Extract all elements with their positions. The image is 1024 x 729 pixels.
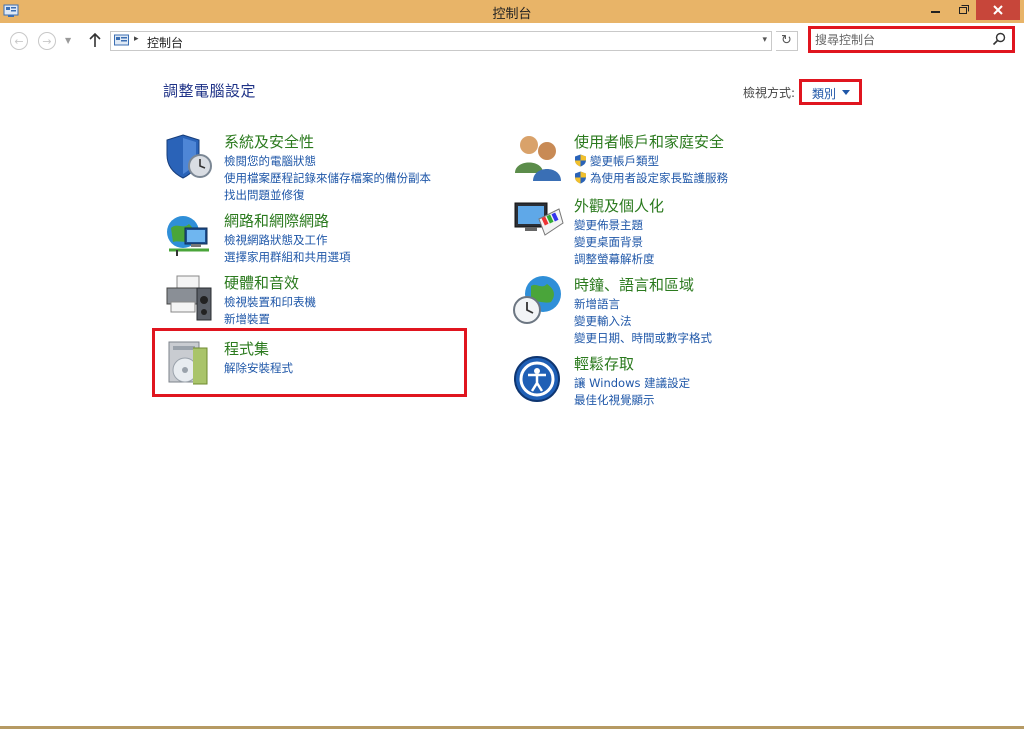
title-bar: 控制台 (0, 0, 1024, 23)
link-family-safety-label[interactable]: 為使用者設定家長監護服務 (590, 171, 728, 185)
category-title-ease[interactable]: 輕鬆存取 (574, 353, 634, 374)
link-add-language[interactable]: 新增語言 (574, 296, 712, 313)
category-title-users[interactable]: 使用者帳戶和家庭安全 (574, 131, 724, 152)
restore-button[interactable] (949, 0, 976, 20)
link-change-account-type-label[interactable]: 變更帳戶類型 (590, 154, 659, 168)
window-title: 控制台 (492, 7, 532, 22)
category-ease-of-access: 輕鬆存取 讓 Windows 建議設定 最佳化視覺顯示 (513, 353, 833, 413)
view-by-dropdown[interactable]: 類別 (799, 79, 862, 105)
link-windows-suggest-settings[interactable]: 讓 Windows 建議設定 (574, 375, 690, 392)
category-title-hardware[interactable]: 硬體和音效 (224, 272, 299, 293)
monitor-palette-icon[interactable] (513, 195, 565, 247)
category-title-appearance[interactable]: 外觀及個人化 (574, 195, 664, 216)
link-network-status[interactable]: 檢視網路狀態及工作 (224, 232, 351, 249)
search-box[interactable] (808, 26, 1015, 53)
link-optimize-visual-display[interactable]: 最佳化視覺顯示 (574, 392, 690, 409)
programs-highlight-box (152, 328, 467, 397)
close-button[interactable] (976, 0, 1020, 20)
link-change-date-time-format[interactable]: 變更日期、時間或數字格式 (574, 330, 712, 347)
restore-icon (959, 5, 969, 14)
forward-arrow-icon: → (42, 34, 52, 48)
link-change-theme[interactable]: 變更佈景主題 (574, 217, 655, 234)
recent-locations-dropdown-icon[interactable]: ▼ (65, 36, 71, 45)
category-system-security: 系統及安全性 檢閱您的電腦狀態 使用檔案歷程記錄來儲存檔案的備份副本 找出問題並… (163, 131, 483, 204)
category-hardware-sound: 硬體和音效 檢視裝置和印表機 新增裝置 (163, 272, 483, 332)
dropdown-arrow-icon[interactable] (842, 90, 850, 95)
link-change-desktop-background[interactable]: 變更桌面背景 (574, 234, 655, 251)
breadcrumb-control-panel[interactable]: 控制台 (147, 34, 183, 51)
close-icon (993, 5, 1003, 15)
link-adjust-resolution[interactable]: 調整螢幕解析度 (574, 251, 655, 268)
minimize-icon (931, 11, 940, 13)
view-by-label: 檢視方式: (743, 86, 796, 100)
shield-clock-icon[interactable] (163, 131, 215, 183)
category-title-clock[interactable]: 時鐘、語言和區域 (574, 274, 694, 295)
breadcrumb-separator-icon[interactable]: ▸ (134, 34, 139, 44)
up-arrow-icon[interactable] (87, 31, 103, 49)
users-icon[interactable] (513, 131, 565, 183)
printer-speaker-icon[interactable] (163, 272, 215, 324)
uac-shield-icon (575, 154, 586, 167)
page-title: 調整電腦設定 (163, 82, 257, 100)
category-appearance: 外觀及個人化 變更佈景主題 變更桌面背景 調整螢幕解析度 (513, 195, 833, 268)
uac-shield-icon (575, 171, 586, 184)
address-bar[interactable]: ▸ 控制台 ▾ (110, 31, 772, 51)
link-review-computer-status[interactable]: 檢閱您的電腦狀態 (224, 153, 431, 170)
category-user-accounts: 使用者帳戶和家庭安全 變更帳戶類型 為使用者設定家長監護服務 (513, 131, 833, 191)
link-change-input-method[interactable]: 變更輸入法 (574, 313, 712, 330)
refresh-button[interactable]: ↻ (776, 31, 798, 51)
category-title-network[interactable]: 網路和網際網路 (224, 210, 329, 231)
back-arrow-icon: ← (14, 34, 24, 48)
refresh-icon: ↻ (781, 33, 792, 48)
link-family-safety[interactable]: 為使用者設定家長監護服務 (574, 170, 728, 187)
network-globe-icon[interactable] (163, 210, 215, 262)
navigation-bar: ← → ▼ ▸ 控制台 ▾ ↻ (0, 23, 1024, 59)
control-panel-icon (114, 34, 129, 46)
category-clock-language-region: 時鐘、語言和區域 新增語言 變更輸入法 變更日期、時間或數字格式 (513, 274, 833, 347)
minimize-button[interactable] (922, 0, 949, 20)
category-network-internet: 網路和網際網路 檢視網路狀態及工作 選擇家用群組和共用選項 (163, 210, 483, 270)
category-title-system[interactable]: 系統及安全性 (224, 131, 314, 152)
link-find-fix-problems[interactable]: 找出問題並修復 (224, 187, 431, 204)
link-devices-printers[interactable]: 檢視裝置和印表機 (224, 294, 316, 311)
link-add-device[interactable]: 新增裝置 (224, 311, 316, 328)
back-button[interactable]: ← (10, 32, 28, 50)
forward-button[interactable]: → (38, 32, 56, 50)
link-homegroup-sharing[interactable]: 選擇家用群組和共用選項 (224, 249, 351, 266)
search-input[interactable] (815, 31, 985, 48)
ease-of-access-icon[interactable] (513, 353, 565, 405)
link-change-account-type[interactable]: 變更帳戶類型 (574, 153, 728, 170)
link-file-history-backup[interactable]: 使用檔案歷程記錄來儲存檔案的備份副本 (224, 170, 431, 187)
search-icon[interactable] (992, 32, 1006, 46)
address-dropdown-icon[interactable]: ▾ (762, 35, 767, 45)
view-by-value[interactable]: 類別 (812, 85, 836, 102)
globe-clock-icon[interactable] (513, 274, 565, 326)
